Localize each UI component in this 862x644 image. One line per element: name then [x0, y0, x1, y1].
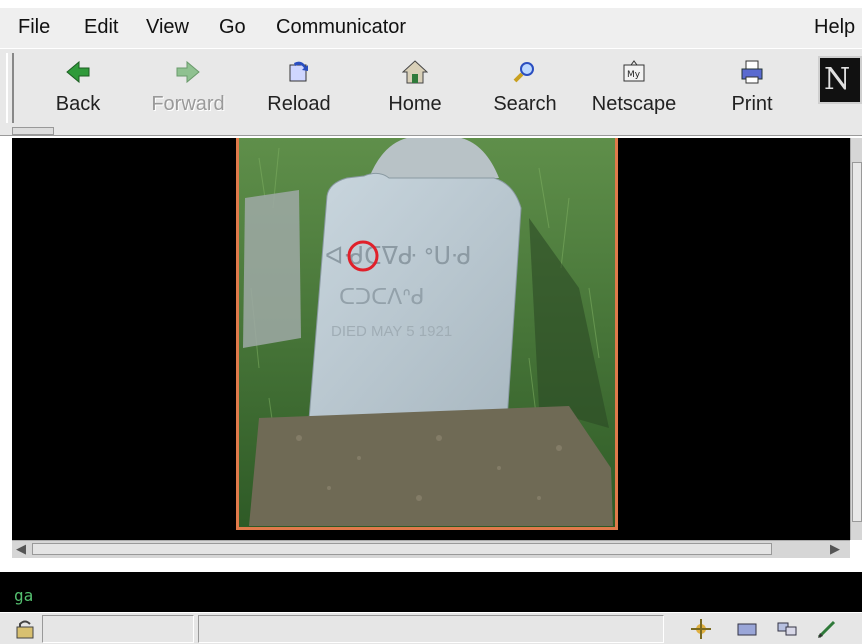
- syllabics-line-2: ᑕᑐᑕᐱᐢᑯ: [339, 285, 425, 310]
- home-icon: [402, 60, 428, 84]
- vertical-scrollbar[interactable]: [850, 138, 862, 540]
- netscape-label: Netscape: [591, 93, 677, 115]
- horizontal-scrollbar[interactable]: ◀ ▶: [12, 540, 850, 558]
- syllabics-line-1: ᐊᑺᑕᐁᑻ ᐤᑌᑺ: [325, 242, 472, 270]
- back-arrow-icon: [66, 60, 90, 84]
- location-text: ga: [14, 586, 34, 605]
- toolbar-collapse-tab[interactable]: [12, 127, 54, 135]
- reload-label: Reload: [267, 93, 331, 115]
- status-bar: [0, 612, 862, 644]
- discussion-icon[interactable]: [776, 619, 798, 639]
- menu-file[interactable]: File: [18, 16, 50, 39]
- page-content: ᐊᑺᑕᐁᑻ ᐤᑌᑺ ᑕᑐᑕᐱᐢᑯ DIED MAY 5 1921: [12, 138, 850, 540]
- home-label: Home: [388, 93, 442, 115]
- mail-icon[interactable]: [736, 619, 758, 639]
- forward-button[interactable]: Forward: [140, 49, 236, 121]
- back-button[interactable]: Back: [30, 49, 126, 121]
- print-icon: [741, 60, 763, 84]
- toolbar-grip[interactable]: [6, 53, 14, 123]
- vertical-scrollbar-thumb[interactable]: [852, 162, 862, 522]
- security-lock-icon[interactable]: [14, 619, 36, 639]
- print-label: Print: [731, 93, 773, 115]
- my-netscape-icon: My: [623, 60, 645, 82]
- svg-text:My: My: [627, 70, 641, 80]
- gravestone-image: ᐊᑺᑕᐁᑻ ᐤᑌᑺ ᑕᑐᑕᐱᐢᑯ DIED MAY 5 1921: [239, 138, 615, 527]
- scroll-left-arrow-icon[interactable]: ◀: [16, 542, 26, 557]
- navigator-icon[interactable]: [690, 619, 712, 639]
- netscape-logo-letter: N: [824, 62, 851, 97]
- status-field-message: [198, 615, 664, 643]
- netscape-button[interactable]: My Netscape: [586, 49, 682, 121]
- location-line: ga: [0, 572, 862, 612]
- home-button[interactable]: Home: [367, 49, 463, 121]
- navigation-toolbar: Back Forward Reload Home Search My Netsc…: [0, 48, 862, 136]
- netscape-logo[interactable]: N: [818, 56, 862, 104]
- horizontal-scrollbar-thumb[interactable]: [32, 543, 772, 555]
- gravestone-photo: ᐊᑺᑕᐁᑻ ᐤᑌᑺ ᑕᑐᑕᐱᐢᑯ DIED MAY 5 1921: [236, 138, 618, 530]
- forward-label: Forward: [151, 93, 225, 115]
- inscription-date: DIED MAY 5 1921: [331, 323, 452, 340]
- print-button[interactable]: Print: [704, 49, 800, 121]
- reload-button[interactable]: Reload: [251, 49, 347, 121]
- menu-edit[interactable]: Edit: [84, 16, 118, 39]
- back-label: Back: [55, 93, 101, 115]
- menu-view[interactable]: View: [146, 16, 189, 39]
- forward-arrow-icon: [176, 60, 200, 84]
- menu-help[interactable]: Help: [814, 16, 855, 39]
- search-button[interactable]: Search: [477, 49, 573, 121]
- scroll-right-arrow-icon[interactable]: ▶: [830, 542, 840, 557]
- search-icon: [513, 62, 534, 83]
- search-label: Search: [493, 93, 557, 115]
- menu-bar: File Edit View Go Communicator Help: [0, 8, 862, 48]
- menu-go[interactable]: Go: [219, 16, 246, 39]
- menu-communicator[interactable]: Communicator: [276, 16, 406, 39]
- composer-icon[interactable]: [816, 619, 838, 639]
- status-field-progress: [42, 615, 194, 643]
- reload-icon: [289, 61, 308, 82]
